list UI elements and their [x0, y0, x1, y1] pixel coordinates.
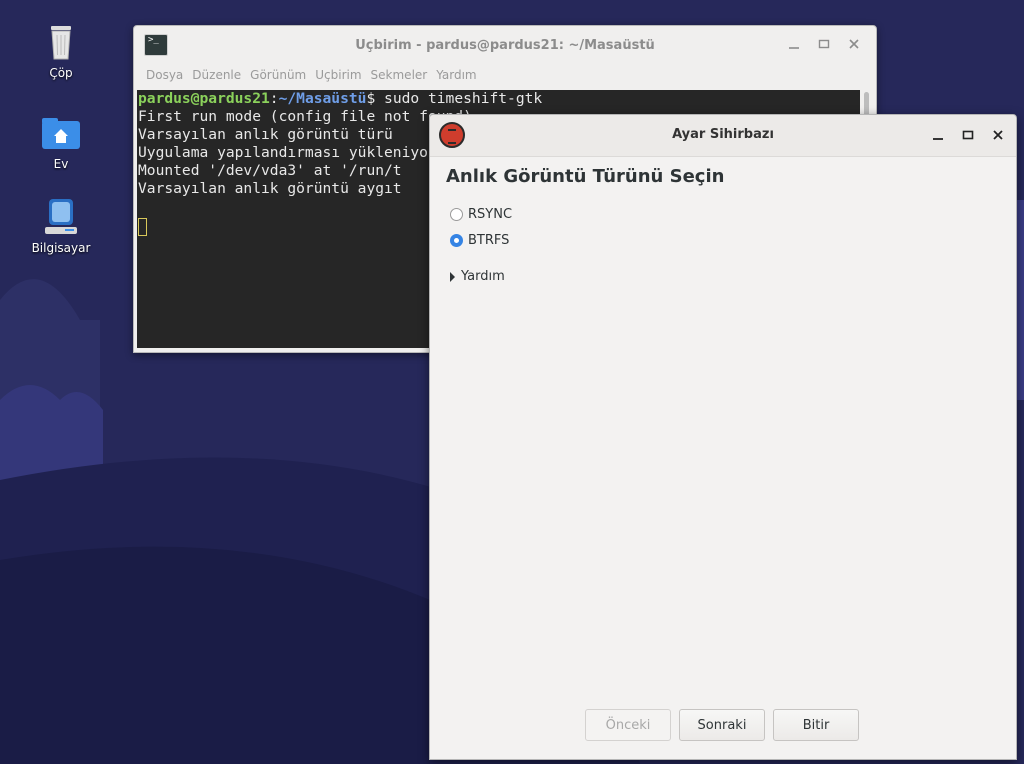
- minimize-button[interactable]: [786, 36, 802, 52]
- wizard-titlebar[interactable]: Ayar Sihirbazı: [430, 115, 1016, 157]
- terminal-menubar: Dosya Düzenle Görünüm Uçbirim Sekmeler Y…: [146, 68, 486, 82]
- next-button[interactable]: Sonraki: [679, 709, 765, 741]
- terminal-titlebar[interactable]: >_ Uçbirim - pardus@pardus21: ~/Masaüstü: [134, 26, 876, 66]
- maximize-button[interactable]: [816, 36, 832, 52]
- prompt-separator: :: [269, 90, 279, 107]
- option-label: RSYNC: [468, 207, 513, 222]
- radio-button-checked[interactable]: [450, 234, 463, 247]
- desktop-icon-computer[interactable]: Bilgisayar: [21, 197, 101, 255]
- option-rsync[interactable]: RSYNC: [450, 207, 512, 222]
- close-icon: [849, 39, 859, 49]
- computer-icon: [41, 197, 81, 237]
- maximize-icon: [818, 39, 830, 49]
- help-expander[interactable]: Yardım: [450, 269, 505, 284]
- maximize-button[interactable]: [960, 127, 976, 143]
- wizard-heading: Anlık Görüntü Türünü Seçin: [446, 166, 725, 187]
- desktop-icon-trash[interactable]: Çöp: [21, 22, 101, 80]
- desktop-icon-label: Bilgisayar: [31, 241, 91, 255]
- menu-duzenle[interactable]: Düzenle: [192, 68, 248, 82]
- desktop-icon-home[interactable]: Ev: [21, 113, 101, 171]
- prompt-line: pardus@pardus21:~/Masaüstü$ sudo timeshi…: [138, 90, 860, 108]
- option-label: BTRFS: [468, 233, 510, 248]
- setup-wizard-dialog[interactable]: Ayar Sihirbazı Anlık Görüntü Türünü Seçi…: [429, 114, 1017, 760]
- desktop-icon-label: Çöp: [49, 66, 73, 80]
- finish-button[interactable]: Bitir: [773, 709, 859, 741]
- wizard-title: Ayar Sihirbazı: [672, 127, 774, 142]
- wizard-button-row: Önceki Sonraki Bitir: [585, 709, 859, 741]
- menu-sekmeler[interactable]: Sekmeler: [371, 68, 435, 82]
- menu-yardim[interactable]: Yardım: [436, 68, 483, 82]
- close-button[interactable]: [990, 127, 1006, 143]
- window-title: Uçbirim - pardus@pardus21: ~/Masaüstü: [355, 38, 655, 53]
- menu-dosya[interactable]: Dosya: [146, 68, 190, 82]
- previous-button[interactable]: Önceki: [585, 709, 671, 741]
- close-button[interactable]: [846, 36, 862, 52]
- desktop-icon-label: Ev: [53, 157, 69, 171]
- expander-arrow-icon: [450, 271, 455, 282]
- minimize-icon: [789, 47, 799, 49]
- menu-ucbirim[interactable]: Uçbirim: [315, 68, 368, 82]
- minimize-button[interactable]: [930, 127, 946, 143]
- trash-icon: [41, 22, 81, 62]
- prompt-user: pardus@pardus21: [138, 90, 270, 107]
- prompt-end: $: [366, 90, 376, 107]
- radio-button[interactable]: [450, 208, 463, 221]
- close-icon: [993, 130, 1003, 140]
- option-btrfs[interactable]: BTRFS: [450, 233, 509, 248]
- minimize-icon: [933, 138, 943, 140]
- maximize-icon: [962, 130, 974, 140]
- command-text: sudo timeshift-gtk: [375, 90, 543, 107]
- menu-gorunum[interactable]: Görünüm: [250, 68, 313, 82]
- text-cursor: [138, 218, 147, 236]
- expander-label: Yardım: [461, 269, 505, 284]
- prompt-path: ~/Masaüstü: [278, 90, 367, 107]
- home-folder-icon: [41, 113, 81, 153]
